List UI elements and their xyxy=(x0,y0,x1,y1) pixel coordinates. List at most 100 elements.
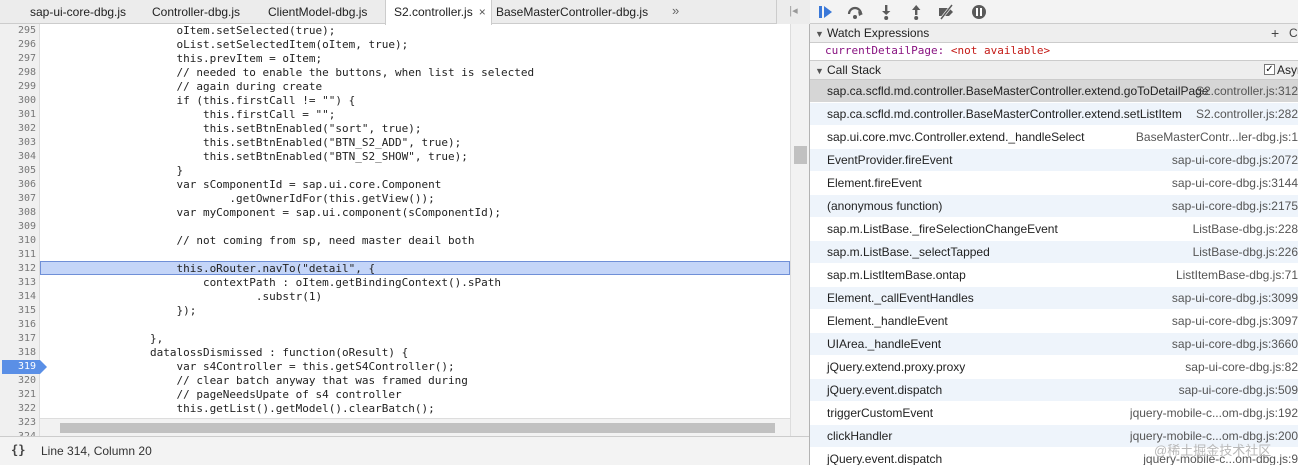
step-into-icon[interactable] xyxy=(877,3,895,21)
code-line[interactable]: this.firstCall = ""; xyxy=(44,108,335,122)
call-frame[interactable]: jQuery.event.dispatch sap-ui-core-dbg.js:… xyxy=(810,379,1298,402)
call-frame[interactable]: Element._handleEvent sap-ui-core-dbg.js:3… xyxy=(810,310,1298,333)
call-frame[interactable]: sap.m.ListItemBase.ontap ListItemBase-dbg… xyxy=(810,264,1298,287)
step-over-icon[interactable] xyxy=(846,3,864,21)
code-line[interactable]: .substr(1) xyxy=(44,290,322,304)
call-frame-location[interactable]: S2.controller.js:312 xyxy=(1196,84,1298,98)
code-line[interactable]: if (this.firstCall != "") { xyxy=(44,94,355,108)
line-number[interactable]: 314 xyxy=(0,290,40,304)
code-line[interactable]: // again during create xyxy=(44,80,322,94)
line-gutter[interactable]: 295 296 297 298 299 300 301 302 303 304 305 306 307 3… xyxy=(0,24,47,436)
line-number[interactable]: 310 xyxy=(0,234,40,248)
line-number[interactable]: 318 xyxy=(0,346,40,360)
line-number[interactable]: 305 xyxy=(0,164,40,178)
async-checkbox[interactable]: ✓ xyxy=(1264,64,1275,75)
watch-expressions-header[interactable]: ▼ Watch Expressions + C xyxy=(810,23,1298,43)
call-frame[interactable]: sap.m.ListBase._fireSelectionChangeEvent… xyxy=(810,218,1298,241)
line-number[interactable]: 315 xyxy=(0,304,40,318)
call-frame-location[interactable]: ListBase-dbg.js:228 xyxy=(1193,222,1298,236)
call-stack-header[interactable]: ▼ Call Stack ✓ Async xyxy=(810,60,1298,80)
line-number[interactable]: 312 xyxy=(0,262,40,276)
call-frame-location[interactable]: S2.controller.js:282 xyxy=(1196,107,1298,121)
watch-expression-row[interactable]: currentDetailPage: <not available> xyxy=(825,44,1050,57)
code-editor[interactable]: 295 296 297 298 299 300 301 302 303 304 305 306 307 3… xyxy=(0,24,790,436)
line-number[interactable]: 322 xyxy=(0,402,40,416)
call-frame[interactable]: EventProvider.fireEvent sap-ui-core-dbg.j… xyxy=(810,149,1298,172)
line-number[interactable]: 304 xyxy=(0,150,40,164)
call-frame-location[interactable]: BaseMasterContr...ler-dbg.js:1 xyxy=(1136,130,1298,144)
call-frame[interactable]: sap.ca.scfld.md.controller.BaseMasterCon… xyxy=(810,80,1298,103)
line-number[interactable]: 295 xyxy=(0,24,40,38)
more-tabs-icon[interactable]: » xyxy=(672,0,679,24)
code-line[interactable]: // needed to enable the buttons, when li… xyxy=(44,66,534,80)
code-line[interactable]: datalossDismissed : function(oResult) { xyxy=(44,346,408,360)
code-line[interactable]: }, xyxy=(44,332,163,346)
call-frame-location[interactable]: sap-ui-core-dbg.js:3099 xyxy=(1172,291,1298,305)
call-frame-location[interactable]: sap-ui-core-dbg.js:509 xyxy=(1179,383,1298,397)
call-frame[interactable]: sap.ui.core.mvc.Controller.extend._handl… xyxy=(810,126,1298,149)
call-frame[interactable]: triggerCustomEvent jquery-mobile-c...om-d… xyxy=(810,402,1298,425)
call-frame-location[interactable]: sap-ui-core-dbg.js:2175 xyxy=(1172,199,1298,213)
step-out-icon[interactable] xyxy=(907,3,925,21)
tab-clientmodel[interactable]: ClientModel-dbg.js xyxy=(268,0,380,24)
code-line[interactable]: // clear batch anyway that was framed du… xyxy=(44,374,467,388)
line-number[interactable]: 320 xyxy=(0,374,40,388)
add-watch-icon[interactable]: + xyxy=(1271,24,1279,42)
call-frame-location[interactable]: sap-ui-core-dbg.js:82 xyxy=(1185,360,1298,374)
call-frame-location[interactable]: sap-ui-core-dbg.js:3097 xyxy=(1172,314,1298,328)
call-frame-location[interactable]: sap-ui-core-dbg.js:3660 xyxy=(1172,337,1298,351)
call-frame-location[interactable]: sap-ui-core-dbg.js:3144 xyxy=(1172,176,1298,190)
line-number[interactable]: 298 xyxy=(0,66,40,80)
tab-s2-controller[interactable]: S2.controller.js × xyxy=(385,0,492,25)
code-line[interactable]: oList.setSelectedItem(oItem, true); xyxy=(44,38,408,52)
horizontal-scrollbar[interactable] xyxy=(40,418,790,436)
code-line[interactable]: oItem.setSelected(true); xyxy=(44,24,335,38)
pretty-print-button[interactable]: {} xyxy=(11,443,25,457)
breakpoint-marker[interactable]: 319 xyxy=(2,360,47,374)
line-number[interactable]: 308 xyxy=(0,206,40,220)
line-number[interactable]: 309 xyxy=(0,220,40,234)
vertical-scrollbar[interactable] xyxy=(790,24,809,436)
call-frame[interactable]: sap.ca.scfld.md.controller.BaseMasterCon… xyxy=(810,103,1298,126)
code-line[interactable]: this.setBtnEnabled("BTN_S2_SHOW", true); xyxy=(44,150,468,164)
deactivate-breakpoints-icon[interactable] xyxy=(937,3,955,21)
call-frame[interactable]: sap.m.ListBase._selectTapped ListBase-dbg… xyxy=(810,241,1298,264)
code-line[interactable]: var myComponent = sap.ui.component(sComp… xyxy=(44,206,501,220)
code-line[interactable]: this.oRouter.navTo("detail", { xyxy=(44,262,375,276)
call-frame[interactable]: jQuery.extend.proxy.proxy sap-ui-core-dbg… xyxy=(810,356,1298,379)
call-frame-location[interactable]: sap-ui-core-dbg.js:2072 xyxy=(1172,153,1298,167)
call-frame-location[interactable]: ListBase-dbg.js:226 xyxy=(1193,245,1298,259)
code-line[interactable]: } xyxy=(44,164,183,178)
line-number[interactable]: 316 xyxy=(0,318,40,332)
code-line[interactable]: this.prevItem = oItem; xyxy=(44,52,322,66)
line-number[interactable]: 296 xyxy=(0,38,40,52)
code-line[interactable]: // not coming from sp, need master deail… xyxy=(44,234,474,248)
close-icon[interactable]: × xyxy=(479,0,486,24)
code-line[interactable]: this.getList().getModel().clearBatch(); xyxy=(44,402,434,416)
line-number[interactable]: 301 xyxy=(0,108,40,122)
toggle-navigator-icon[interactable]: |◂ xyxy=(776,0,810,24)
code-line[interactable]: // pageNeedsUpate of s4 controller xyxy=(44,388,401,402)
code-line[interactable]: this.setBtnEnabled("BTN_S2_ADD", true); xyxy=(44,136,461,150)
line-number[interactable]: 299 xyxy=(0,80,40,94)
line-number[interactable]: 317 xyxy=(0,332,40,346)
code-line[interactable]: .getOwnerIdFor(this.getView()); xyxy=(44,192,434,206)
call-frame[interactable]: Element.fireEvent sap-ui-core-dbg.js:3144 xyxy=(810,172,1298,195)
line-number[interactable]: 297 xyxy=(0,52,40,66)
call-frame[interactable]: (anonymous function) sap-ui-core-dbg.js:2… xyxy=(810,195,1298,218)
tab-sap-ui-core[interactable]: sap-ui-core-dbg.js xyxy=(4,0,126,24)
code-line[interactable]: this.setBtnEnabled("sort", true); xyxy=(44,122,422,136)
line-number[interactable]: 302 xyxy=(0,122,40,136)
pause-on-exceptions-icon[interactable] xyxy=(970,3,988,21)
line-number[interactable]: 307 xyxy=(0,192,40,206)
scroll-thumb[interactable] xyxy=(794,146,807,164)
line-number[interactable]: 313 xyxy=(0,276,40,290)
code-line[interactable]: contextPath : oItem.getBindingContext().… xyxy=(44,276,501,290)
call-frame[interactable]: Element._callEventHandles sap-ui-core-dbg… xyxy=(810,287,1298,310)
line-number[interactable]: 303 xyxy=(0,136,40,150)
line-number[interactable]: 300 xyxy=(0,94,40,108)
call-frame-location[interactable]: jquery-mobile-c...om-dbg.js:192 xyxy=(1130,406,1298,420)
line-number[interactable]: 311 xyxy=(0,248,40,262)
scroll-thumb[interactable] xyxy=(60,423,775,433)
code-line[interactable]: var sComponentId = sap.ui.core.Component xyxy=(44,178,441,192)
